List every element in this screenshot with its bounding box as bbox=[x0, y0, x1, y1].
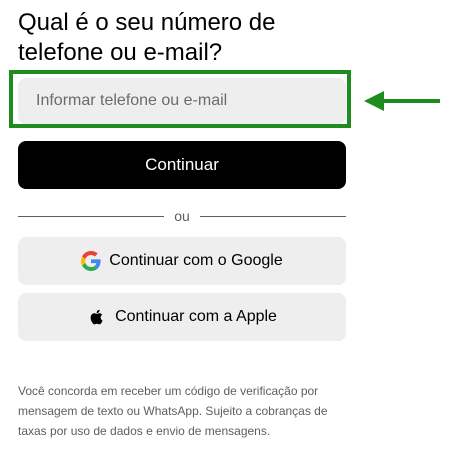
disclaimer-text: Você concorda em receber um código de ve… bbox=[18, 384, 328, 438]
google-button-label: Continuar com o Google bbox=[109, 252, 283, 269]
continue-with-google-button[interactable]: Continuar com o Google bbox=[18, 237, 346, 285]
divider-line-left bbox=[18, 215, 165, 217]
divider-text: ou bbox=[174, 208, 190, 224]
arrow-left-icon bbox=[364, 91, 440, 111]
continue-button-label: Continuar bbox=[145, 155, 219, 174]
continue-button[interactable]: Continuar bbox=[18, 141, 346, 189]
apple-button-label: Continuar com a Apple bbox=[115, 308, 277, 325]
page-title: Qual é o seu número de telefone ou e-mai… bbox=[18, 9, 276, 66]
apple-logo-icon bbox=[87, 307, 107, 327]
continue-with-apple-button[interactable]: Continuar com a Apple bbox=[18, 293, 346, 341]
or-divider: ou bbox=[18, 205, 347, 227]
divider-line-right bbox=[199, 215, 347, 217]
google-logo-icon bbox=[81, 251, 101, 271]
phone-or-email-input[interactable] bbox=[18, 78, 346, 124]
